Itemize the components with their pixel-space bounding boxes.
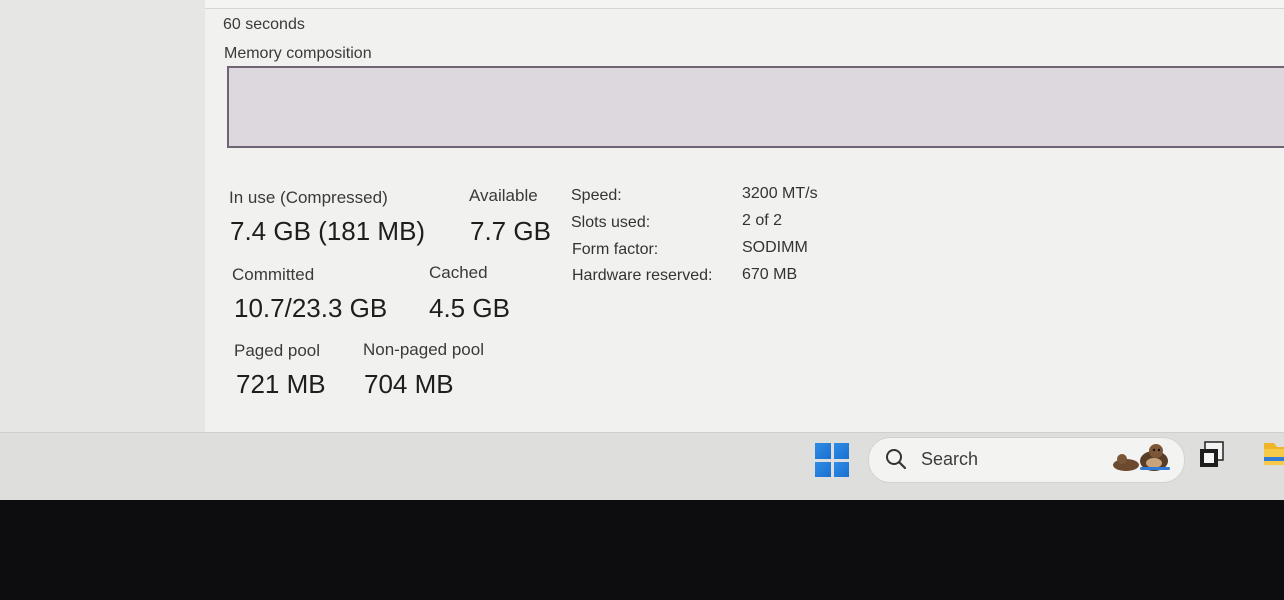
memory-performance-panel: 60 seconds Memory composition In use (Co…: [205, 0, 1284, 432]
speed-value: 3200 MT/s: [742, 185, 818, 202]
committed-label: Committed: [232, 265, 315, 284]
form-factor-value: SODIMM: [742, 239, 808, 256]
speed-label: Speed:: [571, 187, 622, 204]
committed-value: 10.7/23.3 GB: [234, 293, 388, 323]
laptop-bezel: [0, 500, 1284, 600]
graph-bottom-edge: [205, 0, 1284, 9]
hardware-reserved-value: 670 MB: [742, 266, 798, 283]
cached-label: Cached: [429, 263, 488, 282]
nav-pane: [0, 0, 205, 432]
non-paged-pool-label: Non-paged pool: [363, 340, 484, 359]
otter-widget-icon[interactable]: [1110, 441, 1176, 475]
slots-used-value: 2 of 2: [742, 212, 783, 229]
windows-start-icon[interactable]: [815, 443, 849, 477]
slots-used-label: Slots used:: [571, 214, 651, 231]
search-icon: [886, 449, 907, 470]
paged-pool-value: 721 MB: [236, 369, 326, 399]
task-manager-screen: 60 seconds Memory composition In use (Co…: [0, 0, 1284, 500]
memory-composition-bar: [227, 66, 1284, 148]
cached-value: 4.5 GB: [429, 293, 510, 323]
available-label: Available: [469, 186, 538, 205]
graph-time-label: 60 seconds: [223, 16, 305, 33]
file-explorer-icon[interactable]: [1262, 437, 1284, 469]
non-paged-pool-value: 704 MB: [364, 369, 454, 399]
paged-pool-label: Paged pool: [234, 341, 321, 360]
search-label: Search: [921, 449, 979, 469]
hardware-reserved-label: Hardware reserved:: [572, 267, 713, 284]
in-use-label: In use (Compressed): [229, 188, 388, 207]
memory-composition-label: Memory composition: [224, 45, 372, 62]
available-value: 7.7 GB: [470, 216, 551, 246]
in-use-value: 7.4 GB (181 MB): [230, 216, 426, 246]
task-view-icon[interactable]: [1197, 440, 1227, 470]
form-factor-label: Form factor:: [572, 241, 659, 258]
